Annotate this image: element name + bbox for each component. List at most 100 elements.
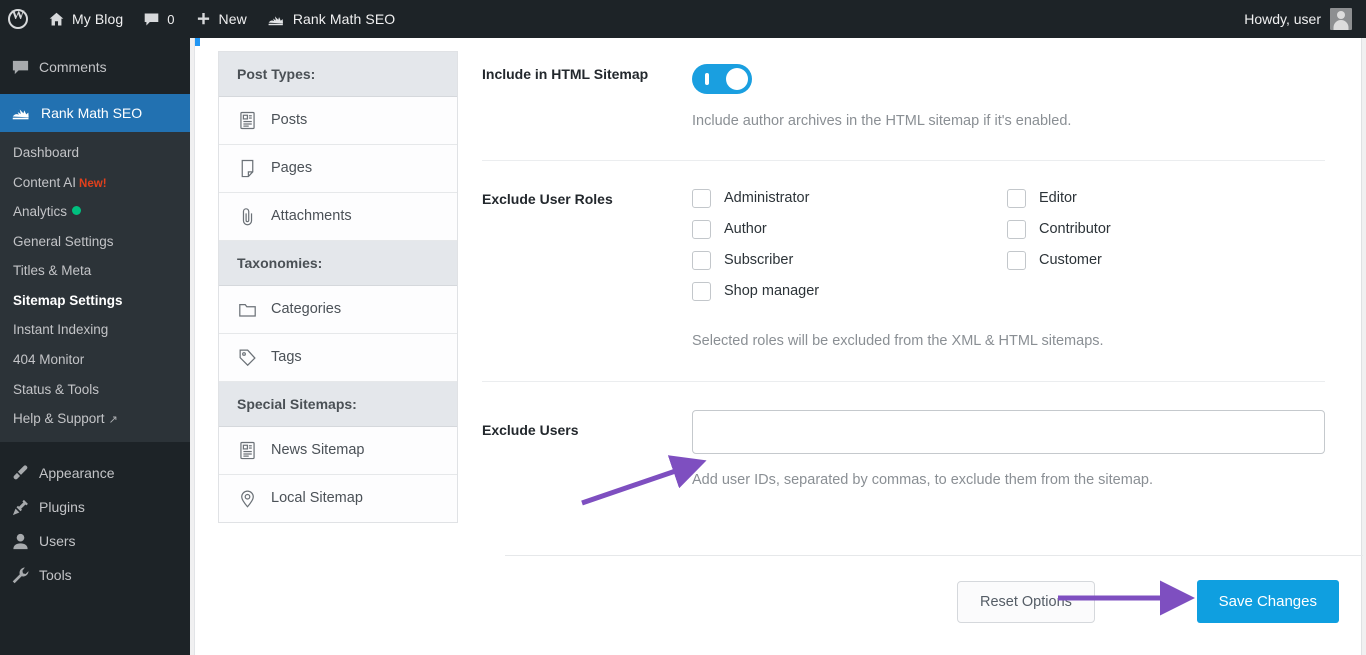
- home-icon: [48, 11, 65, 28]
- nav-label-local-sitemap: Local Sitemap: [271, 489, 363, 506]
- sidebar-item-plugins[interactable]: Plugins: [0, 490, 190, 524]
- rank-math-icon: [11, 104, 32, 122]
- checkbox-administrator[interactable]: Administrator: [692, 188, 1007, 208]
- tag-icon: [237, 347, 258, 368]
- submenu-label-general-settings: General Settings: [13, 233, 114, 249]
- field-exclude-users: Exclude Users Add user IDs, separated by…: [482, 409, 1363, 492]
- wordpress-logo-menu[interactable]: [0, 0, 38, 38]
- checkbox-label-author: Author: [724, 221, 767, 238]
- post-document-icon: [237, 110, 258, 131]
- sitemap-settings-panel: Post Types: Posts Pages Attachments Taxo…: [194, 38, 1363, 655]
- checkbox-editor[interactable]: Editor: [1007, 188, 1317, 208]
- new-content-menu[interactable]: New: [185, 0, 257, 38]
- comment-bubble-icon: [11, 58, 30, 77]
- folder-icon: [237, 299, 258, 320]
- nav-label-posts: Posts: [271, 111, 308, 128]
- comments-count: 0: [167, 11, 175, 27]
- external-link-icon: ↗: [108, 414, 118, 427]
- checkbox-box-icon[interactable]: [1007, 188, 1026, 208]
- admin-sidebar: Comments Rank Math SEO Dashboard Content…: [0, 38, 190, 655]
- nav-item-tags[interactable]: Tags: [219, 334, 457, 382]
- exclude-user-roles-checkbox-grid: Administrator Author Subscriber Shop man…: [692, 188, 1363, 313]
- checkbox-customer[interactable]: Customer: [1007, 250, 1317, 270]
- nav-label-attachments: Attachments: [271, 207, 352, 224]
- submenu-label-sitemap-settings: Sitemap Settings: [13, 292, 123, 308]
- rank-math-icon: [267, 11, 286, 28]
- nav-label-pages: Pages: [271, 159, 313, 176]
- site-name-menu[interactable]: My Blog: [38, 0, 133, 38]
- label-exclude-user-roles: Exclude User Roles: [482, 190, 613, 207]
- rank-math-submenu: Dashboard Content AI New! Analytics Gener…: [0, 132, 190, 443]
- active-tab-indicator: [195, 38, 200, 46]
- rank-math-label: Rank Math SEO: [292, 11, 396, 27]
- reset-options-button[interactable]: Reset Options: [957, 580, 1095, 623]
- nav-item-pages[interactable]: Pages: [219, 145, 457, 193]
- account-menu[interactable]: Howdy, user: [1244, 8, 1366, 30]
- new-badge: New!: [79, 177, 107, 190]
- news-document-icon: [237, 440, 258, 461]
- form-footer: Reset Options Save Changes: [505, 555, 1363, 647]
- nav-item-attachments[interactable]: Attachments: [219, 193, 457, 241]
- submenu-item-instant-indexing[interactable]: Instant Indexing: [0, 315, 190, 345]
- submenu-item-status-tools[interactable]: Status & Tools: [0, 375, 190, 405]
- checkbox-label-contributor: Contributor: [1039, 221, 1111, 238]
- checkbox-label-shop-manager: Shop manager: [724, 283, 820, 300]
- submenu-item-dashboard[interactable]: Dashboard: [0, 138, 190, 168]
- sidebar-item-appearance[interactable]: Appearance: [0, 456, 190, 490]
- wrench-icon: [11, 566, 30, 585]
- toggle-knob: [726, 68, 748, 90]
- submenu-item-sitemap-settings[interactable]: Sitemap Settings: [0, 286, 190, 316]
- help-exclude-user-roles: Selected roles will be excluded from the…: [692, 332, 1104, 349]
- sitemap-settings-form: Include in HTML Sitemap Include author a…: [482, 38, 1363, 655]
- nav-item-posts[interactable]: Posts: [219, 97, 457, 145]
- comments-menu[interactable]: 0: [133, 0, 184, 38]
- role-column-one: Administrator Author Subscriber Shop man…: [692, 188, 1007, 313]
- checkbox-box-icon[interactable]: [1007, 219, 1026, 239]
- field-exclude-user-roles: Exclude User Roles Administrator Author: [482, 188, 1363, 353]
- label-include-in-html-sitemap: Include in HTML Sitemap: [482, 66, 649, 82]
- map-pin-icon: [237, 488, 258, 509]
- checkbox-label-editor: Editor: [1039, 190, 1077, 207]
- status-dot-icon: [72, 206, 82, 216]
- checkbox-label-administrator: Administrator: [724, 190, 810, 207]
- exclude-users-input[interactable]: [692, 409, 1325, 454]
- sidebar-label-comments: Comments: [39, 59, 107, 75]
- include-html-sitemap-toggle[interactable]: [692, 64, 752, 94]
- sitemap-settings-nav: Post Types: Posts Pages Attachments Taxo…: [218, 51, 458, 523]
- sidebar-item-users[interactable]: Users: [0, 524, 190, 558]
- nav-item-categories[interactable]: Categories: [219, 286, 457, 334]
- submenu-label-status-tools: Status & Tools: [13, 381, 100, 397]
- sidebar-item-rank-math-seo[interactable]: Rank Math SEO: [0, 94, 190, 132]
- submenu-item-help-support[interactable]: Help & Support ↗: [0, 404, 190, 434]
- sidebar-label-plugins: Plugins: [39, 499, 85, 516]
- checkbox-shop-manager[interactable]: Shop manager: [692, 281, 1007, 301]
- howdy-label: Howdy, user: [1244, 11, 1321, 27]
- checkbox-box-icon[interactable]: [692, 219, 711, 239]
- user-icon: [11, 532, 30, 551]
- nav-group-heading-taxonomies: Taxonomies:: [219, 241, 457, 286]
- checkbox-box-icon[interactable]: [692, 250, 711, 270]
- save-changes-button[interactable]: Save Changes: [1196, 580, 1339, 623]
- submenu-item-404-monitor[interactable]: 404 Monitor: [0, 345, 190, 375]
- sidebar-item-tools[interactable]: Tools: [0, 558, 190, 592]
- checkbox-subscriber[interactable]: Subscriber: [692, 250, 1007, 270]
- new-label: New: [218, 11, 247, 27]
- checkbox-box-icon[interactable]: [1007, 250, 1026, 270]
- nav-item-local-sitemap[interactable]: Local Sitemap: [219, 475, 457, 523]
- submenu-item-titles-meta[interactable]: Titles & Meta: [0, 256, 190, 286]
- checkbox-box-icon[interactable]: [692, 188, 711, 208]
- sidebar-item-comments[interactable]: Comments: [0, 50, 190, 84]
- submenu-item-general-settings[interactable]: General Settings: [0, 227, 190, 257]
- paintbrush-icon: [11, 464, 30, 483]
- checkbox-box-icon[interactable]: [692, 281, 711, 301]
- nav-item-news-sitemap[interactable]: News Sitemap: [219, 427, 457, 475]
- content-area: Post Types: Posts Pages Attachments Taxo…: [190, 38, 1366, 655]
- submenu-item-content-ai[interactable]: Content AI New!: [0, 168, 190, 198]
- plus-icon: [195, 11, 212, 28]
- checkbox-author[interactable]: Author: [692, 219, 1007, 239]
- page-icon: [237, 158, 258, 179]
- submenu-item-analytics[interactable]: Analytics: [0, 197, 190, 227]
- checkbox-contributor[interactable]: Contributor: [1007, 219, 1317, 239]
- help-exclude-users: Add user IDs, separated by commas, to ex…: [692, 471, 1153, 488]
- rank-math-seo-menu[interactable]: Rank Math SEO: [257, 0, 405, 38]
